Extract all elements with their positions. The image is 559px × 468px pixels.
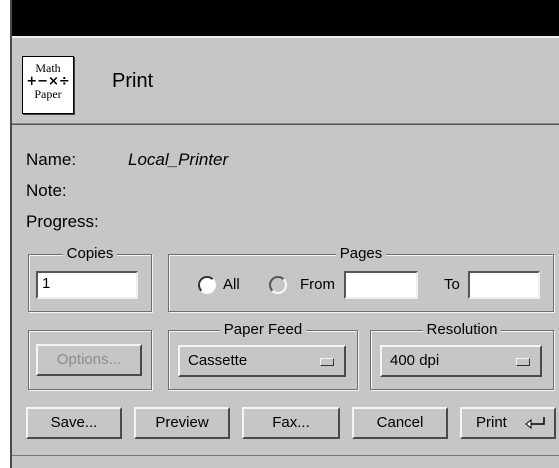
math-paper-logo: Math +−×÷ Paper (22, 56, 74, 114)
option-menu-indicator-icon (320, 358, 334, 366)
cancel-button[interactable]: Cancel (352, 407, 448, 439)
pages-from-label[interactable]: From (300, 276, 335, 293)
printer-name-value: Local_Printer (128, 150, 229, 169)
pages-to-label: To (444, 276, 460, 293)
fax-button[interactable]: Fax... (242, 407, 340, 439)
name-label: Name: (26, 150, 77, 169)
preview-button[interactable]: Preview (134, 407, 230, 439)
paper-feed-label: Paper Feed (219, 321, 307, 338)
window-title-bar[interactable] (12, 0, 559, 36)
resolution-label: Resolution (422, 321, 502, 338)
note-label: Note: (26, 181, 67, 200)
resolution-menu[interactable]: 400 dpi (380, 345, 542, 377)
dialog-header: Math +−×÷ Paper Print (12, 36, 559, 125)
pages-to-input[interactable] (468, 271, 540, 299)
dialog-title: Print (112, 70, 154, 92)
pages-group-label: Pages (335, 245, 387, 262)
logo-line-paper: Paper (34, 87, 62, 101)
progress-label: Progress: (26, 212, 99, 231)
print-dialog-window: Math +−×÷ Paper Print Name: Local_Printe… (10, 0, 559, 468)
paper-feed-value: Cassette (188, 352, 248, 369)
pages-all-label[interactable]: All (223, 276, 240, 293)
resolution-value: 400 dpi (390, 352, 440, 369)
print-button-label: Print (476, 414, 507, 431)
print-button[interactable]: Print (460, 407, 556, 439)
pages-from-input[interactable] (344, 271, 418, 299)
copies-group-label: Copies (62, 245, 118, 262)
pages-all-radio[interactable] (198, 276, 216, 294)
return-arrow-icon (525, 417, 545, 430)
pages-from-radio[interactable] (269, 276, 287, 294)
option-menu-indicator-icon (516, 358, 530, 366)
copies-input[interactable]: 1 (36, 271, 138, 299)
options-button[interactable]: Options... (36, 344, 142, 376)
paper-feed-menu[interactable]: Cassette (178, 345, 346, 377)
save-button[interactable]: Save... (26, 407, 122, 439)
footer-divider (12, 455, 559, 456)
